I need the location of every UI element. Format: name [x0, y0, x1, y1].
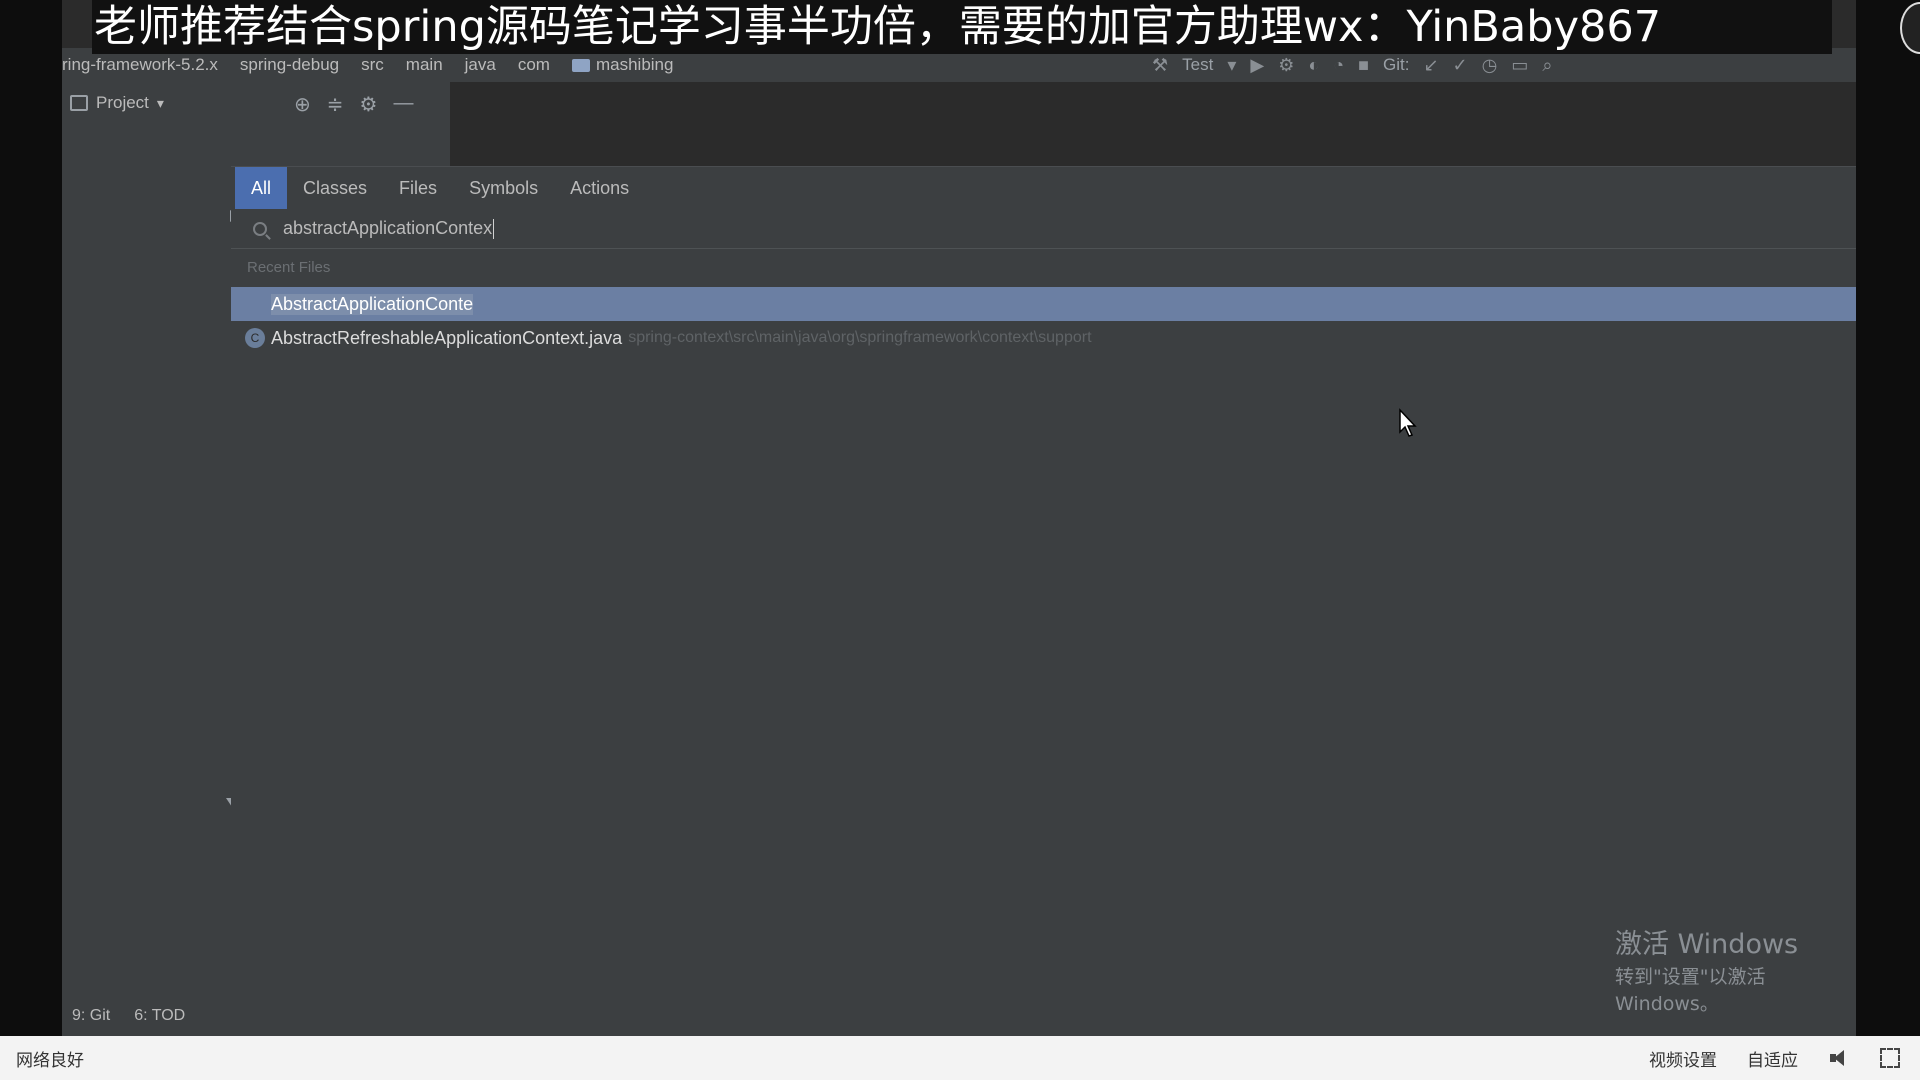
git-tool-button[interactable]: 9: Git: [72, 1007, 110, 1025]
chevron-down-icon[interactable]: ▾: [1227, 55, 1236, 76]
search-everywhere-popup: All Classes Files Symbols Actions abstra…: [231, 166, 1856, 1036]
result-path: spring-context\src\main\java\org\springf…: [628, 329, 1092, 346]
result-list: AbstractApplicationConte C AbstractRefre…: [231, 287, 1856, 355]
letterbox-left: [0, 0, 62, 1036]
stop-icon[interactable]: ■: [1358, 55, 1369, 76]
build-hammer-icon[interactable]: ⚒: [1152, 55, 1168, 76]
adaptive-quality-button[interactable]: 自适应: [1747, 1046, 1798, 1071]
breadcrumb-item[interactable]: src: [361, 55, 384, 75]
letterbox-right: [1856, 0, 1920, 1036]
collapse-icon[interactable]: ≑: [327, 92, 344, 117]
todo-tool-button[interactable]: 6: TOD: [134, 1007, 185, 1025]
search-field[interactable]: abstractApplicationContex: [231, 209, 1856, 249]
window-icon[interactable]: ▭: [1511, 55, 1528, 76]
breadcrumb-item[interactable]: java: [465, 55, 496, 75]
text-caret: [493, 218, 495, 239]
breadcrumb-item[interactable]: spring-debug: [240, 55, 339, 75]
coverage-icon[interactable]: ◐: [1308, 55, 1319, 76]
gear-icon[interactable]: ⚙: [360, 92, 378, 117]
run-config-select[interactable]: Test: [1182, 55, 1213, 75]
tab-all[interactable]: All: [235, 167, 288, 209]
section-label: Recent Files: [247, 259, 331, 276]
fullscreen-icon[interactable]: [1880, 1048, 1900, 1068]
project-icon: [70, 95, 88, 111]
result-name: AbstractRefreshableApplicationContext.ja…: [271, 327, 623, 348]
list-item[interactable]: C AbstractRefreshableApplicationContext.…: [231, 321, 1856, 355]
search-input[interactable]: abstractApplicationContex: [283, 218, 492, 239]
tab-actions[interactable]: Actions: [554, 167, 645, 209]
project-header: Project ▾ ⊕ ≑ ⚙ —: [62, 82, 450, 124]
list-item[interactable]: AbstractApplicationConte: [231, 287, 1856, 321]
run-icon[interactable]: ▶: [1250, 55, 1264, 76]
minimize-icon[interactable]: —: [393, 92, 413, 117]
project-title[interactable]: Project: [96, 93, 149, 113]
subtitle-banner: 老师推荐结合spring源码笔记学习事半功倍，需要的加官方助理wx：YinBab…: [92, 0, 1832, 54]
file-icon: [245, 294, 265, 314]
tab-symbols[interactable]: Symbols: [453, 167, 554, 209]
git-label: Git:: [1382, 55, 1410, 74]
debug-icon[interactable]: ⚙: [1278, 55, 1294, 76]
activation-watermark-subtitle: 转到"设置"以激活 Windows。: [1615, 966, 1766, 1015]
chevron-down-icon[interactable]: ▾: [157, 95, 164, 112]
folder-icon: [571, 58, 590, 72]
search-tabs: All Classes Files Symbols Actions: [231, 167, 1856, 209]
breadcrumb-item[interactable]: main: [406, 55, 443, 75]
breadcrumb-item[interactable]: mashibing: [596, 55, 674, 75]
volume-icon[interactable]: [1828, 1048, 1850, 1068]
tab-classes[interactable]: Classes: [287, 167, 383, 209]
search-icon: [253, 221, 267, 236]
breadcrumb-item[interactable]: com: [518, 55, 550, 75]
history-icon[interactable]: ◷: [1482, 55, 1498, 76]
ide-window: ring-framework-5.2.x spring-debug src ma…: [62, 0, 1856, 1036]
profile-icon[interactable]: ◔: [1333, 55, 1344, 76]
update-icon[interactable]: ↙: [1423, 55, 1438, 76]
locate-icon[interactable]: ⊕: [294, 92, 311, 117]
tab-files[interactable]: Files: [383, 167, 453, 209]
breadcrumb-item[interactable]: ring-framework-5.2.x: [62, 55, 218, 75]
editor-area: [450, 82, 1856, 168]
class-file-icon: C: [245, 328, 265, 348]
search-icon[interactable]: ⌕: [1542, 55, 1552, 76]
activation-watermark-title: 激活 Windows: [1615, 929, 1799, 960]
video-player-bar: 网络良好 视频设置 自适应: [0, 1036, 1920, 1080]
video-settings-button[interactable]: 视频设置: [1649, 1046, 1717, 1071]
result-name: AbstractApplicationConte: [271, 293, 474, 315]
network-status: 网络良好: [16, 1050, 84, 1071]
commit-icon[interactable]: ✓: [1453, 55, 1468, 76]
